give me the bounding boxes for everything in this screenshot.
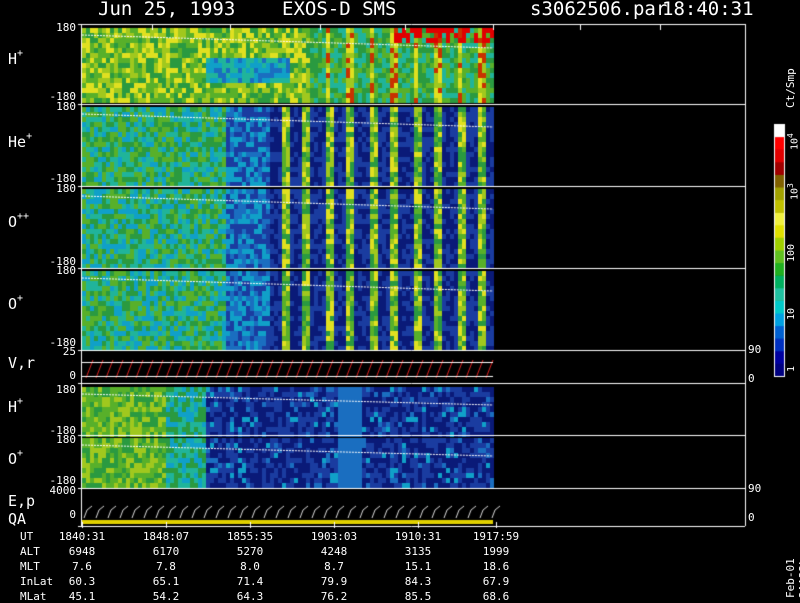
table-cell: 1848:07 — [142, 530, 190, 543]
table-cell: 85.5 — [404, 590, 432, 603]
tick-p1-max: 180 — [56, 21, 76, 34]
panel-label-vr: V,r — [8, 354, 36, 372]
table-cell: 1840:31 — [58, 530, 106, 543]
colorbar-tick-1000: 103 — [786, 183, 800, 200]
table-row-label: MLat — [20, 590, 47, 603]
table-cell: 5270 — [236, 545, 264, 558]
colorbar-tick-1: 1 — [786, 365, 797, 372]
panel-label-he-plus: He+ — [8, 131, 33, 151]
panel-label-o-plus: O+ — [8, 293, 24, 313]
tick-p3-max: 180 — [56, 182, 76, 195]
panel-label-h-plus-lower: H+ — [8, 396, 24, 416]
header-date: Jun 25, 1993 — [98, 0, 236, 20]
table-cell: 7.8 — [156, 560, 176, 573]
colorbar-tick-10: 10 — [786, 307, 797, 320]
panel-label-qa: QA — [8, 510, 27, 528]
footer-code: Feb-01 2AA32L — [784, 558, 800, 598]
table-cell: 71.4 — [236, 575, 264, 588]
table-row-label: MLT — [20, 560, 40, 573]
table-cell: 60.3 — [68, 575, 96, 588]
table-row-label: ALT — [20, 545, 40, 558]
colorbar-unit: Ct/Smp — [784, 68, 797, 108]
colorbar-tick-100: 100 — [786, 243, 797, 262]
table-cell: 68.6 — [482, 590, 510, 603]
table-cell: 84.3 — [404, 575, 432, 588]
table-cell: 6948 — [68, 545, 96, 558]
tick-p5-max: 180 — [56, 383, 76, 396]
rtick-vr-max: 90 — [748, 343, 762, 356]
spectrogram-canvas — [0, 0, 800, 600]
table-cell: 3135 — [404, 545, 432, 558]
header-filename: s3062506.par — [530, 0, 668, 20]
table-cell: 4248 — [320, 545, 348, 558]
header-instrument: EXOS-D SMS — [282, 0, 397, 20]
tick-vr-max: 25 — [62, 345, 76, 358]
table-row-label: InLat — [20, 575, 54, 588]
table-cell: 1855:35 — [226, 530, 274, 543]
table-cell: 64.3 — [236, 590, 264, 603]
tick-p4-max: 180 — [56, 264, 76, 277]
rtick-vr-min: 0 — [748, 372, 755, 385]
table-cell: 1903:03 — [310, 530, 358, 543]
colorbar-tick-10000: 104 — [786, 133, 800, 150]
table-cell: 65.1 — [152, 575, 180, 588]
table-cell: 54.2 — [152, 590, 180, 603]
table-cell: 8.0 — [240, 560, 260, 573]
tick-p6-max: 180 — [56, 433, 76, 446]
table-cell: 8.7 — [324, 560, 344, 573]
table-cell: 1910:31 — [394, 530, 442, 543]
tick-ep-max: 4000 — [49, 484, 77, 497]
rtick-ep-min: 0 — [748, 511, 755, 524]
table-cell: 18.6 — [482, 560, 510, 573]
table-cell: 6170 — [152, 545, 180, 558]
tick-p2-max: 180 — [56, 100, 76, 113]
header-time: 18:40:31 — [662, 0, 754, 20]
table-cell: 7.6 — [72, 560, 92, 573]
tick-ep-min: 0 — [69, 508, 76, 521]
rtick-ep-max: 90 — [748, 482, 762, 495]
table-cell: 1999 — [482, 545, 510, 558]
table-cell: 1917:59 — [472, 530, 520, 543]
panel-label-o-plusplus: O++ — [8, 211, 30, 231]
panel-label-o-plus-lower: O+ — [8, 448, 24, 468]
table-row-label: UT — [20, 530, 34, 543]
table-cell: 67.9 — [482, 575, 510, 588]
panel-label-ep: E,p — [8, 492, 36, 510]
tick-vr-min: 0 — [69, 369, 76, 382]
panel-label-h-plus: H+ — [8, 48, 24, 68]
table-cell: 45.1 — [68, 590, 96, 603]
table-cell: 15.1 — [404, 560, 432, 573]
table-cell: 76.2 — [320, 590, 348, 603]
table-cell: 79.9 — [320, 575, 348, 588]
